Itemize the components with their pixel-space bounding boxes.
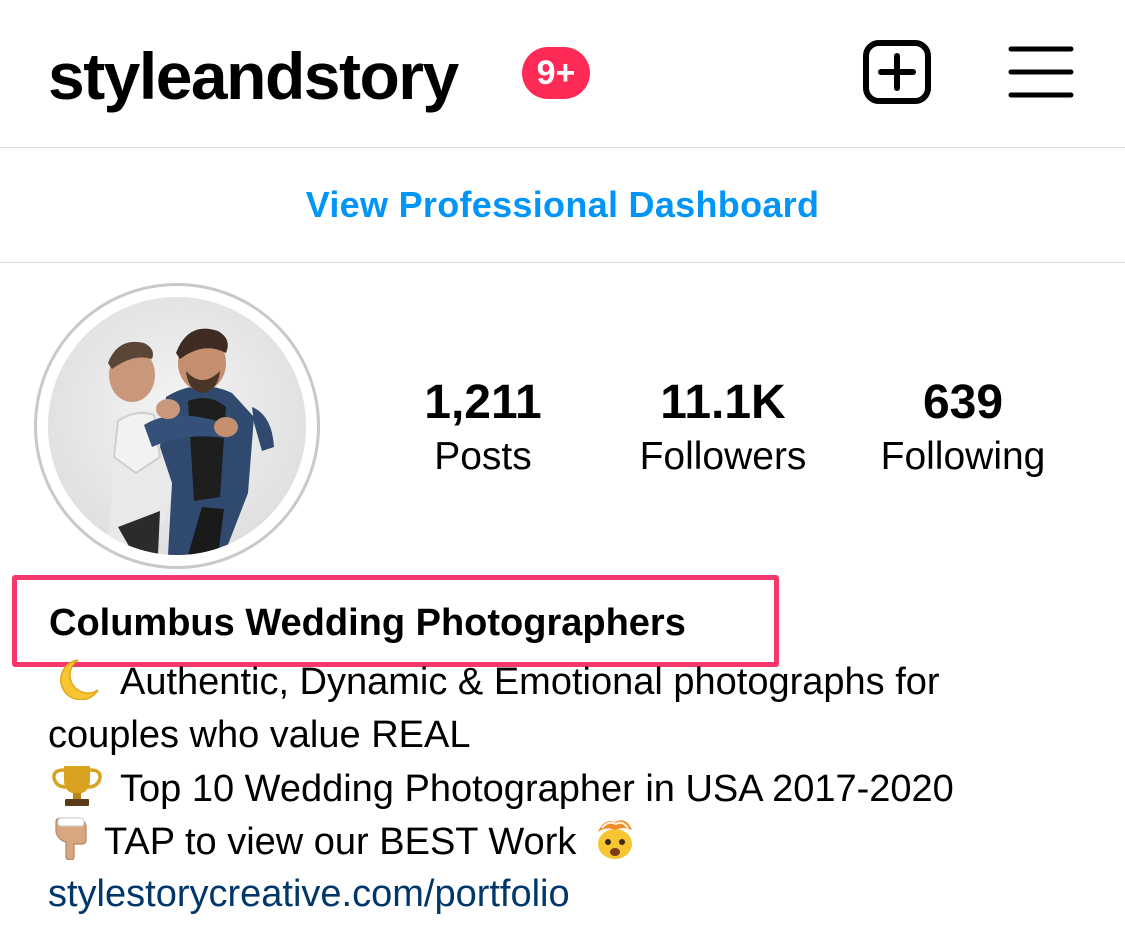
profile-name: Columbus Wedding Photographers xyxy=(49,602,686,644)
stat-following[interactable]: 639 Following xyxy=(843,374,1083,482)
profile-header: styleandstory 9+ xyxy=(0,0,1125,147)
crescent-moon-icon xyxy=(60,659,99,700)
profile-screen: styleandstory 9+ View Professional Dashb… xyxy=(0,0,1125,947)
avatar[interactable] xyxy=(48,297,306,555)
stat-posts[interactable]: 1,211 Posts xyxy=(363,374,603,482)
professional-dashboard-link[interactable]: View Professional Dashboard xyxy=(0,148,1125,262)
new-post-button[interactable] xyxy=(862,39,934,105)
stat-followers[interactable]: 11.1K Followers xyxy=(603,374,843,482)
bio-line-4-text: TAP to view our BEST Work xyxy=(104,821,577,863)
following-label: Following xyxy=(880,435,1046,478)
bio-line-1-text: Authentic, Dynamic & Emotional photograp… xyxy=(120,661,940,703)
hamburger-menu-icon xyxy=(1008,46,1074,98)
avatar-photo xyxy=(48,297,306,555)
bio-line-2: couples who value REAL xyxy=(48,714,471,756)
menu-button[interactable] xyxy=(1008,44,1074,100)
bio-line-3-text: Top 10 Wedding Photographer in USA 2017-… xyxy=(120,768,954,810)
dashboard-divider xyxy=(0,262,1125,263)
notification-badge[interactable]: 9+ xyxy=(522,47,590,99)
bio-line-3: Top 10 Wedding Photographer in USA 2017-… xyxy=(48,763,954,815)
following-count: 639 xyxy=(922,376,1004,429)
bio-line-1: Authentic, Dynamic & Emotional photograp… xyxy=(48,656,940,708)
plus-square-icon xyxy=(863,40,931,104)
followers-label: Followers xyxy=(639,435,807,478)
followers-count: 11.1K xyxy=(660,376,786,429)
bio-line-4: TAP to view our BEST Work xyxy=(48,816,644,868)
username[interactable]: styleandstory xyxy=(48,38,459,114)
posts-count: 1,211 xyxy=(424,376,542,429)
exploding-head-icon xyxy=(598,820,633,859)
pointing-down-icon xyxy=(55,817,87,860)
trophy-icon xyxy=(52,766,102,806)
posts-label: Posts xyxy=(434,435,532,478)
portfolio-link[interactable]: stylestorycreative.com/portfolio xyxy=(48,868,570,920)
